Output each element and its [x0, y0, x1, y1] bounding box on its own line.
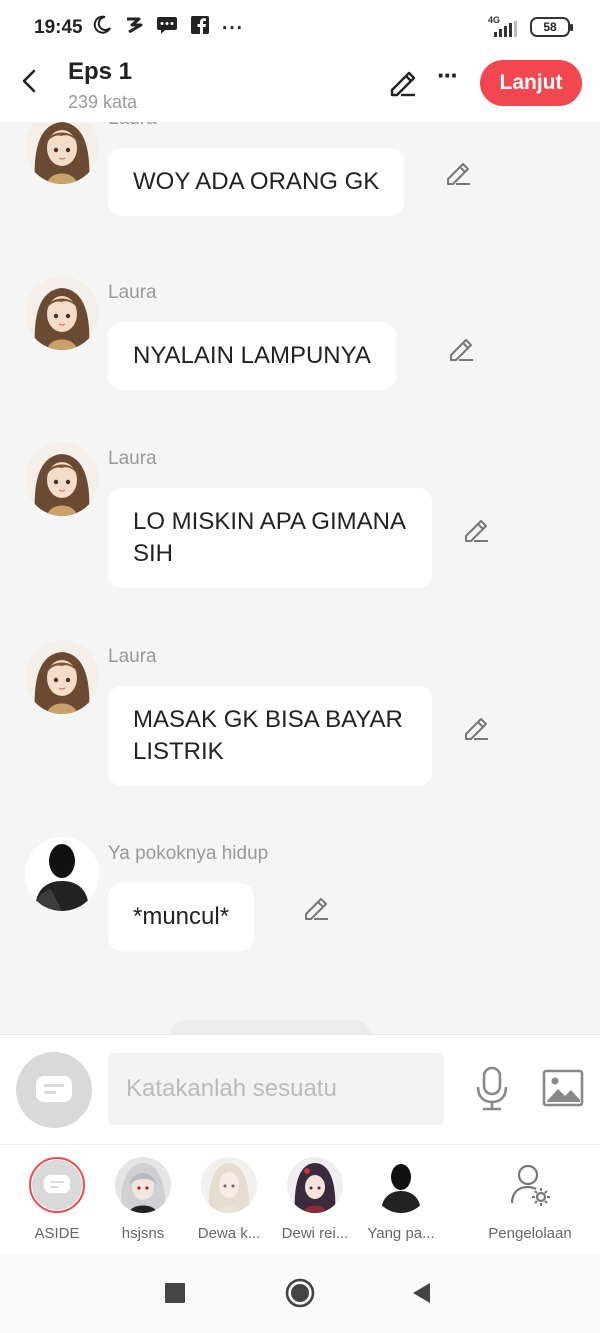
chevron-left-icon [22, 69, 36, 93]
character-name: Pengelolaan [488, 1225, 572, 1242]
chat-area[interactable]: Laura WOY ADA ORANG GK Laura NYALAIN LAM [0, 122, 600, 1034]
speaker-name: Laura [108, 282, 157, 303]
character-avatar [287, 1157, 343, 1213]
battery-indicator: 58 [530, 17, 573, 37]
speaker-name: Laura [108, 646, 157, 667]
home-circle-icon [285, 1278, 315, 1308]
next-button[interactable]: Lanjut [480, 60, 582, 106]
edit-title-button[interactable] [387, 68, 419, 98]
girl-avatar[interactable] [25, 122, 99, 184]
message-bubble[interactable]: *muncul* [108, 883, 255, 951]
microphone-icon [476, 1066, 508, 1111]
girl-avatar[interactable] [25, 640, 99, 714]
character-name: Dewa k... [197, 1225, 261, 1242]
image-button[interactable] [542, 1069, 584, 1107]
character-hsjsns[interactable]: hsjsns [98, 1145, 188, 1255]
character-name: Yang pa... [367, 1225, 435, 1242]
message-input[interactable] [108, 1053, 444, 1125]
character-avatar [201, 1157, 257, 1213]
pencil-icon [390, 71, 416, 97]
message-bubble[interactable]: MASAK GK BISA BAYAR LISTRIK [108, 686, 432, 786]
signal-icon: 4G [488, 15, 520, 39]
composer-bar [0, 1034, 600, 1144]
facebook-icon [190, 15, 210, 42]
speaker-name: Ya pokoknya hidup [108, 843, 269, 864]
character-name: hsjsns [121, 1225, 165, 1242]
message-bubble[interactable]: LO MISKIN APA GIMANA SIH [108, 488, 432, 588]
pencil-icon [465, 718, 488, 740]
message-icon [156, 15, 178, 42]
pencil-icon [447, 163, 470, 185]
edit-message-button[interactable] [444, 160, 472, 188]
pencil-icon [450, 339, 473, 361]
aside-chat-icon [36, 1076, 72, 1102]
scroll-hint-pill [170, 1020, 370, 1034]
triangle-back-icon [413, 1283, 430, 1303]
home-button[interactable] [285, 1278, 315, 1308]
back-nav-button[interactable] [406, 1278, 436, 1308]
character-aside[interactable]: ASIDE [12, 1145, 102, 1255]
user-settings-icon [502, 1157, 558, 1213]
more-options-button[interactable]: ··· [432, 62, 462, 96]
character-name: ASIDE [34, 1225, 80, 1242]
system-nav-bar [0, 1254, 600, 1333]
edit-message-button[interactable] [302, 895, 330, 923]
character-avatar [373, 1157, 429, 1213]
aside-avatar [29, 1157, 85, 1213]
girl-avatar[interactable] [25, 276, 99, 350]
message-bubble[interactable]: NYALAIN LAMPUNYA [108, 322, 396, 390]
speaker-name: Laura [108, 448, 157, 469]
image-icon [542, 1069, 584, 1107]
episode-header: Eps 1 239 kata ··· Lanjut [0, 56, 600, 122]
character-dewa[interactable]: Dewa k... [184, 1145, 274, 1255]
back-button[interactable] [14, 66, 44, 96]
status-bar: 19:45 ··· 4G 58 [0, 0, 600, 56]
recents-button[interactable] [160, 1278, 190, 1308]
page-title: Eps 1 [68, 58, 133, 85]
edit-message-button[interactable] [447, 336, 475, 364]
aside-chat-icon [44, 1175, 70, 1193]
message-bubble[interactable]: WOY ADA ORANG GK [108, 148, 405, 216]
girl-avatar[interactable] [25, 442, 99, 516]
status-notification-icons: ··· [92, 15, 244, 42]
manage-characters-button[interactable]: Pengelolaan [484, 1145, 576, 1255]
status-time: 19:45 [34, 17, 83, 38]
pencil-icon [465, 520, 488, 542]
app-icon [124, 15, 144, 42]
aside-toggle-button[interactable] [16, 1052, 92, 1128]
character-dewi[interactable]: Dewi rei... [270, 1145, 360, 1255]
microphone-button[interactable] [474, 1065, 510, 1113]
character-avatar [115, 1157, 171, 1213]
more-icon: ··· [222, 17, 244, 39]
edit-message-button[interactable] [462, 715, 490, 743]
edit-message-button[interactable] [462, 517, 490, 545]
character-yang-pa[interactable]: Yang pa... [356, 1145, 446, 1255]
character-name: Dewi rei... [281, 1225, 349, 1242]
pencil-icon [305, 898, 328, 920]
square-icon [165, 1283, 185, 1303]
speaker-name: Laura [108, 122, 157, 130]
word-count: 239 kata [68, 92, 138, 112]
silhouette-avatar[interactable] [25, 837, 99, 911]
moon-icon [92, 15, 112, 42]
character-bar: ASIDE hsjsns Dewa k... Dewi rei... Yang … [0, 1144, 600, 1254]
